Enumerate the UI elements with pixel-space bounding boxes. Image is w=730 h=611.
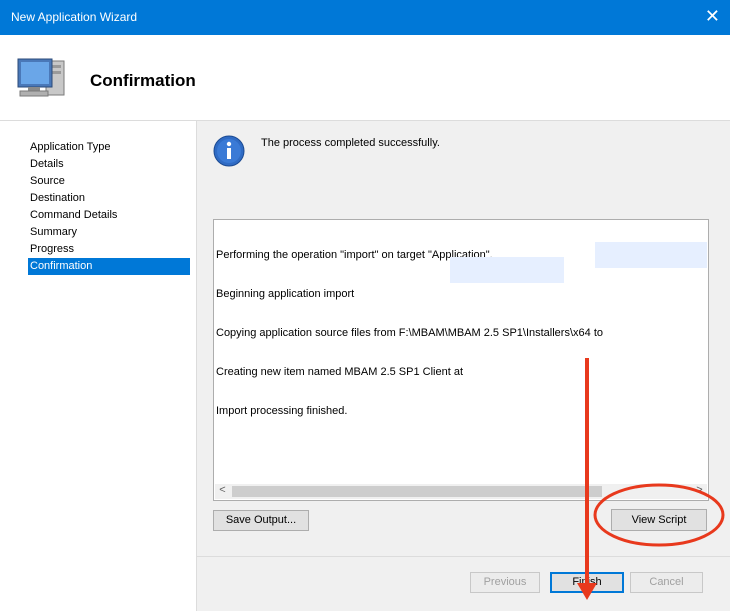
page-heading: Confirmation: [90, 71, 196, 90]
computer-monitor-icon: [17, 58, 65, 97]
scroll-left-icon[interactable]: <: [215, 484, 230, 496]
wizard-steps-sidebar: Application Type Details Source Destinat…: [0, 121, 197, 611]
output-log[interactable]: Performing the operation "import" on tar…: [213, 219, 709, 501]
redacted-region: [595, 242, 707, 268]
sidebar-item-command-details[interactable]: Command Details: [28, 207, 190, 224]
sidebar-item-progress[interactable]: Progress: [28, 241, 190, 258]
save-output-button[interactable]: Save Output...: [213, 510, 309, 531]
cancel-button[interactable]: Cancel: [630, 572, 703, 593]
footer-divider: [197, 556, 730, 557]
info-icon: [213, 135, 245, 167]
sidebar-item-source[interactable]: Source: [28, 173, 190, 190]
log-line: Creating new item named MBAM 2.5 SP1 Cli…: [216, 366, 464, 378]
sidebar-item-destination[interactable]: Destination: [28, 190, 190, 207]
log-line: Import processing finished.: [216, 405, 348, 417]
scrollbar-thumb[interactable]: [232, 486, 602, 497]
sidebar-item-summary[interactable]: Summary: [28, 224, 190, 241]
sidebar-item-confirmation[interactable]: Confirmation: [28, 258, 190, 275]
close-icon[interactable]: ✕: [705, 7, 720, 25]
view-script-button[interactable]: View Script: [611, 509, 707, 531]
finish-button[interactable]: Finish: [550, 572, 624, 593]
redacted-region: [450, 257, 564, 283]
sidebar-item-details[interactable]: Details: [28, 156, 190, 173]
main-panel: The process completed successfully. Perf…: [197, 121, 730, 611]
status-message: The process completed successfully.: [261, 137, 440, 149]
log-line: Copying application source files from F:…: [216, 327, 603, 339]
scroll-right-icon[interactable]: >: [692, 484, 707, 496]
sidebar-item-application-type[interactable]: Application Type: [28, 139, 190, 156]
horizontal-scrollbar[interactable]: < >: [215, 484, 707, 499]
window-title: New Application Wizard: [11, 10, 138, 24]
log-line: Beginning application import: [216, 288, 355, 300]
previous-button[interactable]: Previous: [470, 572, 540, 593]
wizard-header: Confirmation: [0, 35, 730, 121]
title-bar: New Application Wizard ✕: [0, 0, 730, 35]
